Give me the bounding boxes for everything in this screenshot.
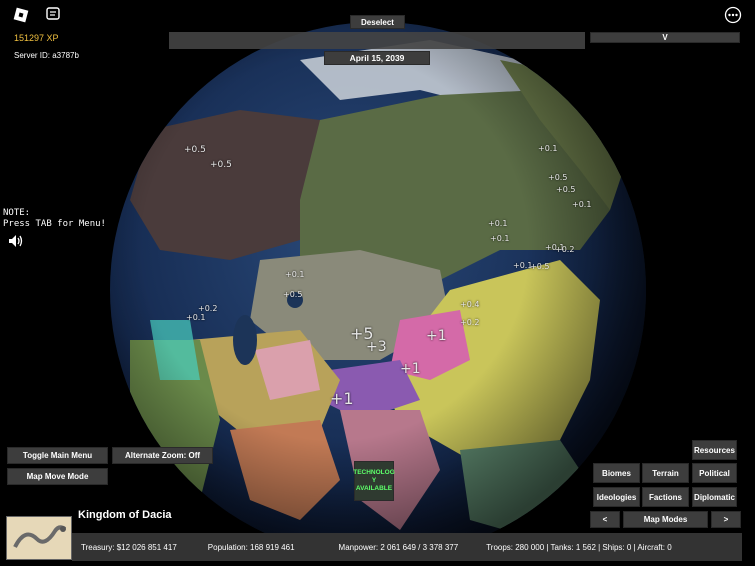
technology-available-button[interactable]: TECHNOLOG Y AVAILABLE <box>353 461 395 501</box>
map-mode-next-button[interactable]: > <box>711 511 741 528</box>
yield-label: +0.1 <box>538 144 558 153</box>
map-mode-prev-button[interactable]: < <box>590 511 620 528</box>
map-mode-ideologies[interactable]: Ideologies <box>593 487 640 507</box>
xp-counter: 151297 XP <box>14 33 59 43</box>
yield-label: +0.5 <box>530 262 550 271</box>
note-text: Press TAB for Menu! <box>3 219 106 229</box>
map-mode-political[interactable]: Political <box>692 463 737 483</box>
yield-label: +0.1 <box>285 270 305 279</box>
yield-label: +0.5 <box>184 145 206 155</box>
roblox-logo-icon[interactable] <box>12 6 30 24</box>
treasury-stat: Treasury: $12 026 851 417 <box>81 542 177 552</box>
speaker-icon[interactable] <box>8 234 24 248</box>
map-mode-factions[interactable]: Factions <box>642 487 689 507</box>
yield-label: +0.2 <box>460 318 480 327</box>
yield-label: +0.1 <box>186 313 206 322</box>
yield-label: +0.1 <box>488 219 508 228</box>
v-button[interactable]: V <box>590 32 740 43</box>
yield-label: +3 <box>366 339 387 355</box>
military-stat: Troops: 280 000 | Tanks: 1 562 | Ships: … <box>486 542 672 552</box>
note-label: NOTE: <box>3 208 31 218</box>
country-flag[interactable] <box>6 516 72 560</box>
toggle-main-menu-button[interactable]: Toggle Main Menu <box>7 447 108 464</box>
yield-label: +0.1 <box>572 200 592 209</box>
top-info-bar <box>169 32 585 49</box>
map-move-mode-button[interactable]: Map Move Mode <box>7 468 108 485</box>
yield-label: +0.5 <box>556 185 576 194</box>
yield-label: +1 <box>426 328 447 344</box>
yield-label: +1 <box>330 389 354 408</box>
yield-label: +0.2 <box>555 245 575 254</box>
server-id: Server ID: a3787b <box>14 51 79 60</box>
map-mode-diplomatic[interactable]: Diplomatic <box>692 487 737 507</box>
yield-label: +0.5 <box>283 290 303 299</box>
country-stats-bar: Treasury: $12 026 851 417 Population: 16… <box>72 533 742 561</box>
yield-label: +0.1 <box>490 234 510 243</box>
yield-label: +1 <box>400 361 421 377</box>
map-mode-resources[interactable]: Resources <box>692 440 737 460</box>
map-mode-terrain[interactable]: Terrain <box>642 463 689 483</box>
yield-label: +0.4 <box>460 300 480 309</box>
chat-icon[interactable] <box>45 6 61 22</box>
population-stat: Population: 168 919 461 <box>207 542 295 552</box>
yield-label: +0.5 <box>210 160 232 170</box>
game-date: April 15, 2039 <box>324 51 430 65</box>
country-name: Kingdom of Dacia <box>78 509 172 521</box>
deselect-button[interactable]: Deselect <box>350 15 405 29</box>
more-options-icon[interactable] <box>724 6 742 24</box>
map-mode-biomes[interactable]: Biomes <box>593 463 640 483</box>
yield-label: +0.5 <box>548 173 568 182</box>
manpower-stat: Manpower: 2 061 649 / 3 378 377 <box>338 542 459 552</box>
alternate-zoom-button[interactable]: Alternate Zoom: Off <box>112 447 213 464</box>
yield-label: +0.2 <box>198 304 218 313</box>
map-modes-title: Map Modes <box>623 511 708 528</box>
